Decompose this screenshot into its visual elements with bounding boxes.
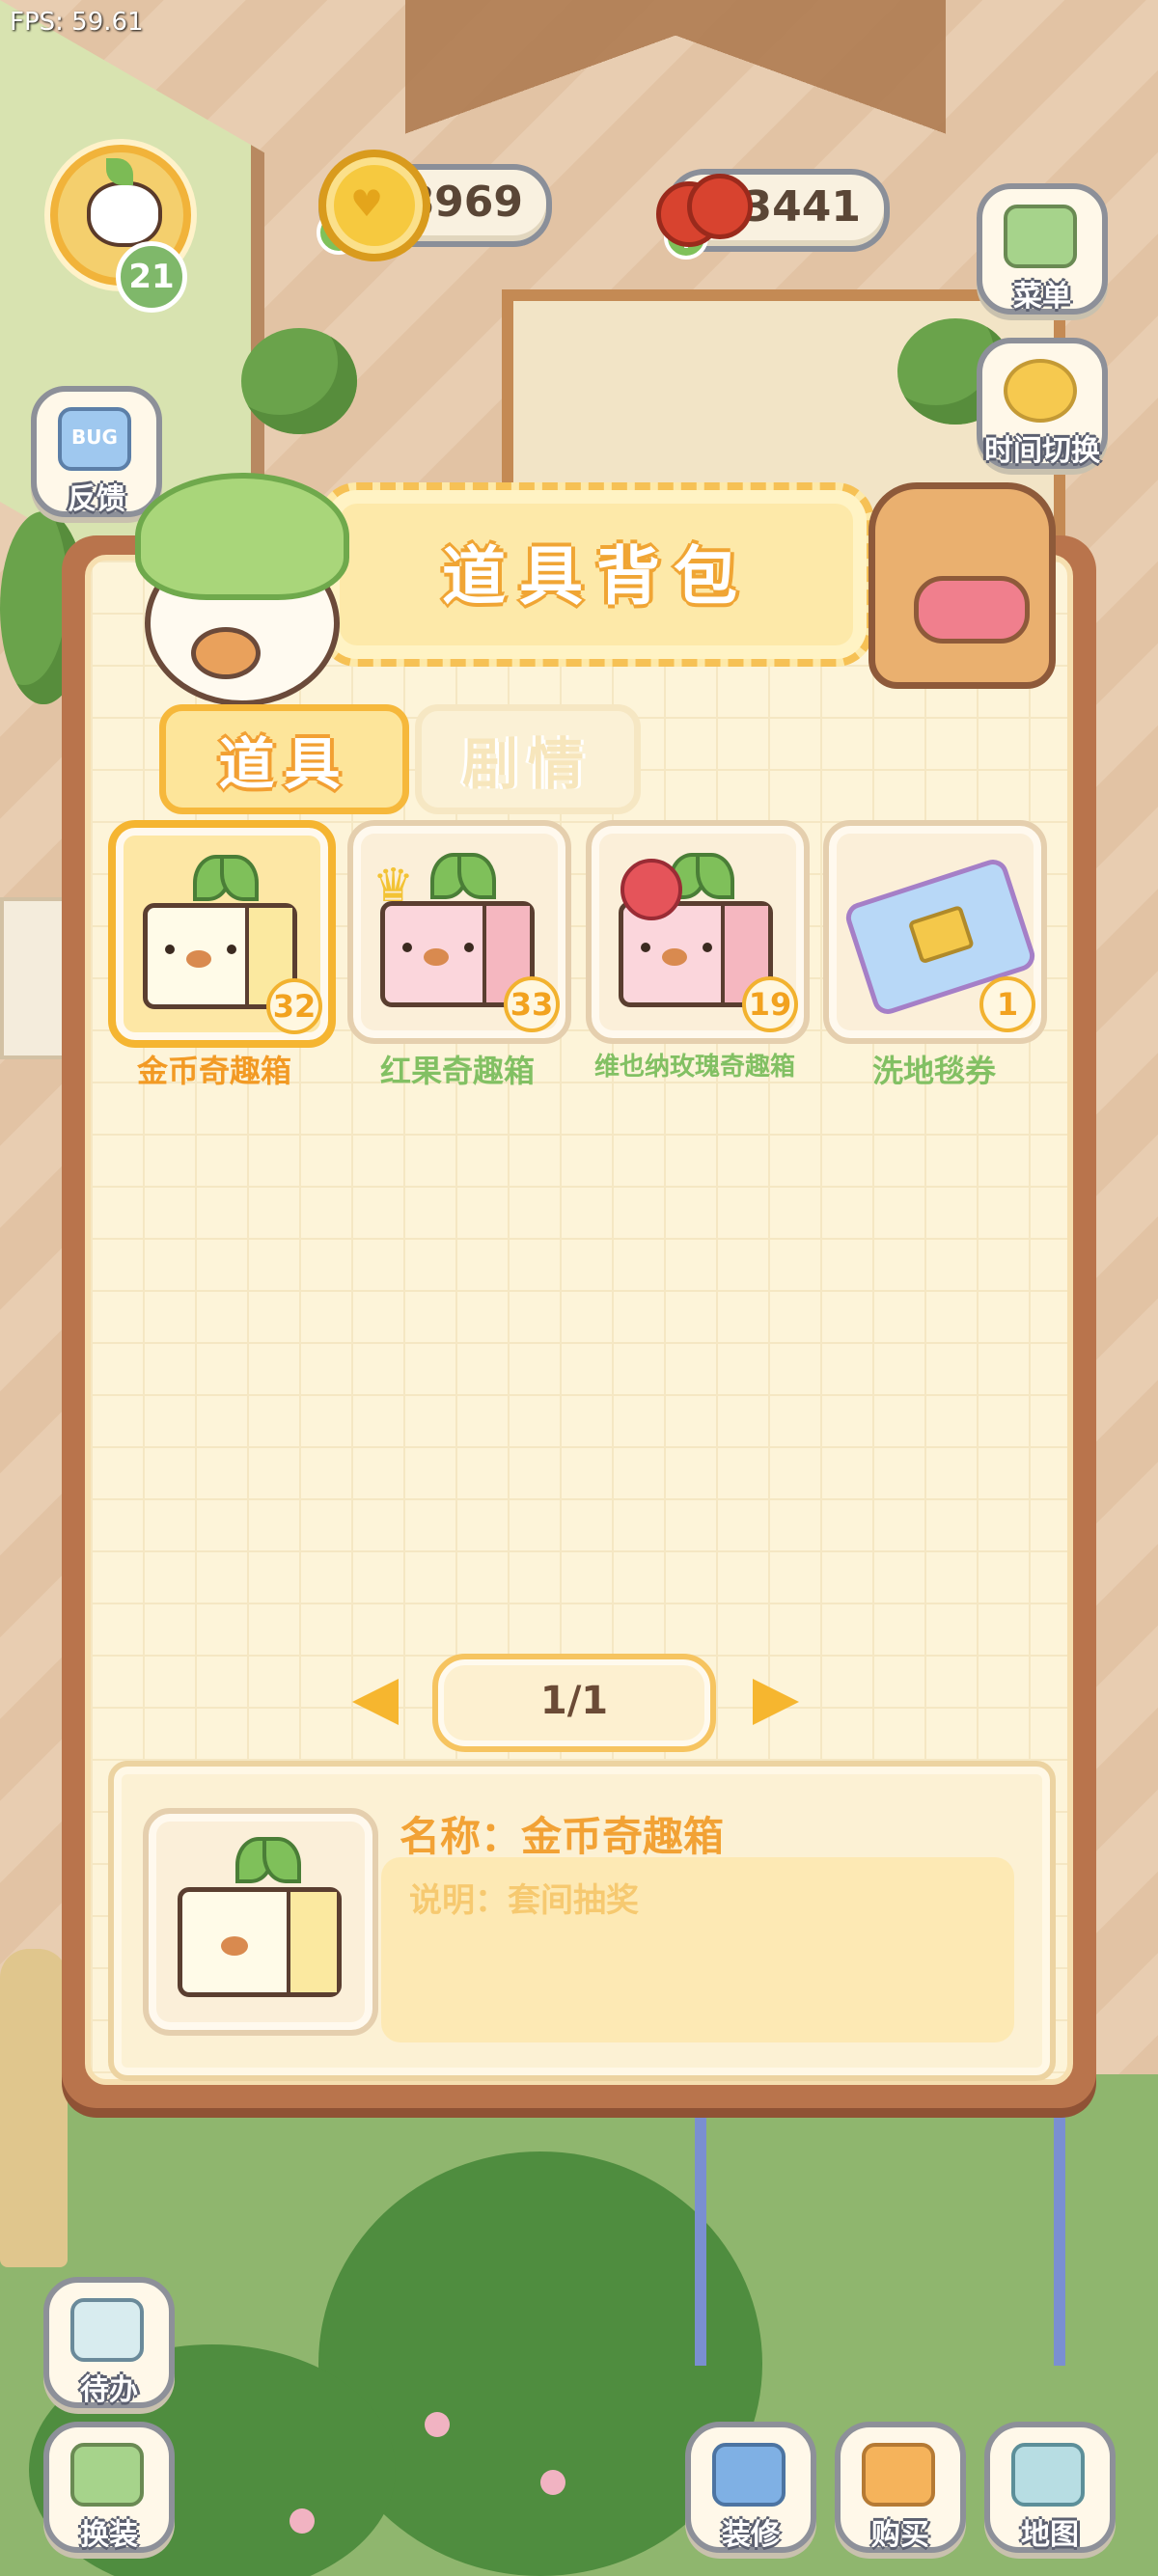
statue	[0, 1949, 68, 2267]
avatar-face	[87, 181, 162, 247]
backpack-pocket	[914, 576, 1030, 644]
item-slot-rose-box[interactable]: 19	[586, 820, 810, 1044]
detail-item-description: 说明：套间抽奖	[409, 1881, 639, 1920]
fps-counter: FPS: 59.61	[10, 8, 144, 37]
gold-coin-icon: ♥	[318, 150, 430, 261]
cabbage-hat-icon	[135, 473, 349, 600]
worker-icon	[712, 2443, 786, 2507]
item-count: 1	[979, 976, 1035, 1032]
sprout-icon	[193, 855, 259, 903]
item-name-label: 维也纳玫瑰奇趣箱	[593, 1053, 795, 1082]
next-page-arrow-icon[interactable]	[753, 1679, 799, 1725]
rose-icon	[620, 859, 682, 920]
sprout-icon	[430, 853, 496, 901]
cabbage-duck-mascot	[135, 473, 349, 706]
shop-bag-icon	[862, 2443, 935, 2507]
tab-items[interactable]: 道具	[159, 704, 409, 814]
map-button[interactable]: 地图	[984, 2422, 1116, 2553]
dressup-label: 换装	[80, 2518, 138, 2552]
leaf-icon	[106, 158, 133, 185]
decorate-button[interactable]: 装修	[685, 2422, 816, 2553]
title-banner: 道具背包	[318, 482, 874, 667]
menu-label: 菜单	[1013, 280, 1071, 314]
red-fruit-icon	[687, 174, 753, 239]
level-badge: 21	[116, 241, 187, 313]
item-count: 19	[742, 976, 798, 1032]
flower	[290, 2508, 315, 2534]
bush	[241, 328, 357, 434]
crown-icon: ♛	[372, 859, 415, 913]
fence	[0, 897, 66, 1059]
map-label: 地图	[1021, 2518, 1079, 2552]
detail-item-name: 名称：金币奇趣箱	[400, 1813, 725, 1860]
sun-icon	[1004, 359, 1077, 423]
map-icon	[1011, 2443, 1085, 2507]
outfit-icon	[70, 2443, 144, 2507]
item-slot-redfruit-box[interactable]: ♛ 33	[347, 820, 571, 1044]
page-indicator: 1/1	[539, 1679, 609, 1723]
todo-label: 待办	[80, 2373, 138, 2407]
swing-set	[695, 2103, 1065, 2366]
decorate-label: 装修	[722, 2518, 780, 2552]
time-switch-button[interactable]: 时间切换	[977, 338, 1108, 469]
checklist-icon	[70, 2298, 144, 2362]
panel-title: 道具背包	[442, 539, 751, 614]
flower	[425, 2412, 450, 2437]
menu-button[interactable]: 菜单	[977, 183, 1108, 315]
item-name-label: 洗地毯券	[871, 1053, 996, 1089]
item-count: 32	[266, 978, 322, 1034]
item-name-label: 红果奇趣箱	[379, 1053, 535, 1089]
todo-button[interactable]: 待办	[43, 2277, 175, 2408]
mascot-beak	[191, 627, 261, 679]
detail-thumbnail	[143, 1808, 378, 2036]
tab-story[interactable]: 剧情	[415, 704, 641, 814]
item-name-label: 金币奇趣箱	[136, 1053, 291, 1089]
item-slot-gold-box[interactable]: 32	[108, 820, 336, 1048]
item-slot-carpet-ticket[interactable]: 1	[823, 820, 1047, 1044]
buy-label: 购买	[871, 2518, 929, 2552]
bug-icon: BUG	[58, 407, 131, 471]
fun-box-icon	[178, 1887, 342, 1997]
item-count: 33	[504, 976, 560, 1032]
prev-page-arrow-icon[interactable]	[352, 1679, 399, 1725]
backpack-icon	[868, 482, 1056, 689]
buy-button[interactable]: 购买	[835, 2422, 966, 2553]
flower	[540, 2470, 565, 2495]
time-switch-label: 时间切换	[984, 434, 1100, 468]
dressup-button[interactable]: 换装	[43, 2422, 175, 2553]
redfruit-value: 3441	[742, 182, 861, 232]
menu-icon	[1004, 205, 1077, 268]
